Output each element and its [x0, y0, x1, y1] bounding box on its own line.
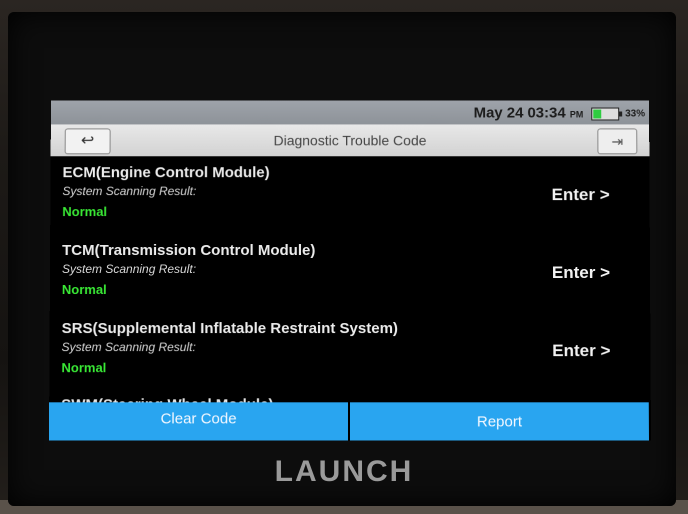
status-bar: May 24 03:34 PM 33%: [51, 101, 649, 125]
bottom-button-bar: Clear Code Report: [49, 402, 651, 440]
module-item-ecm[interactable]: ECM(Engine Control Module) System Scanni…: [50, 156, 650, 232]
clear-code-button[interactable]: Clear Code: [49, 402, 348, 440]
scan-result-label: System Scanning Result:: [62, 184, 196, 198]
exit-icon: ⇥: [611, 133, 623, 149]
back-arrow-icon: ↩: [81, 132, 94, 149]
module-list: ECM(Engine Control Module) System Scanni…: [49, 156, 651, 406]
status-time: 03:34 PM: [527, 105, 583, 122]
exit-button[interactable]: ⇥: [597, 128, 637, 154]
enter-button[interactable]: Enter >: [552, 341, 610, 361]
brand-logo: LAUNCH: [0, 455, 688, 489]
scan-result-status: Normal: [61, 360, 106, 375]
module-name: SRS(Supplemental Inflatable Restraint Sy…: [62, 320, 398, 337]
scan-result-status: Normal: [62, 282, 107, 297]
battery-percent: 33%: [625, 109, 645, 120]
battery-icon: [591, 108, 619, 121]
module-item-tcm[interactable]: TCM(Transmission Control Module) System …: [50, 234, 650, 310]
back-button[interactable]: ↩: [65, 128, 111, 154]
page-title: Diagnostic Trouble Code: [200, 132, 499, 148]
report-button[interactable]: Report: [350, 402, 649, 440]
scan-result-status: Normal: [62, 204, 107, 219]
title-bar: ↩ Diagnostic Trouble Code ⇥: [51, 124, 650, 156]
scan-result-label: System Scanning Result:: [62, 262, 196, 276]
module-item-srs[interactable]: SRS(Supplemental Inflatable Restraint Sy…: [49, 312, 650, 388]
module-name: TCM(Transmission Control Module): [62, 242, 315, 259]
device-screen: May 24 03:34 PM 33% ↩ Diagnostic Trouble…: [49, 101, 651, 441]
enter-button[interactable]: Enter >: [552, 263, 610, 283]
module-name: ECM(Engine Control Module): [62, 164, 269, 181]
status-date: May 24: [474, 105, 524, 122]
enter-button[interactable]: Enter >: [552, 185, 610, 205]
scan-result-label: System Scanning Result:: [62, 340, 196, 354]
